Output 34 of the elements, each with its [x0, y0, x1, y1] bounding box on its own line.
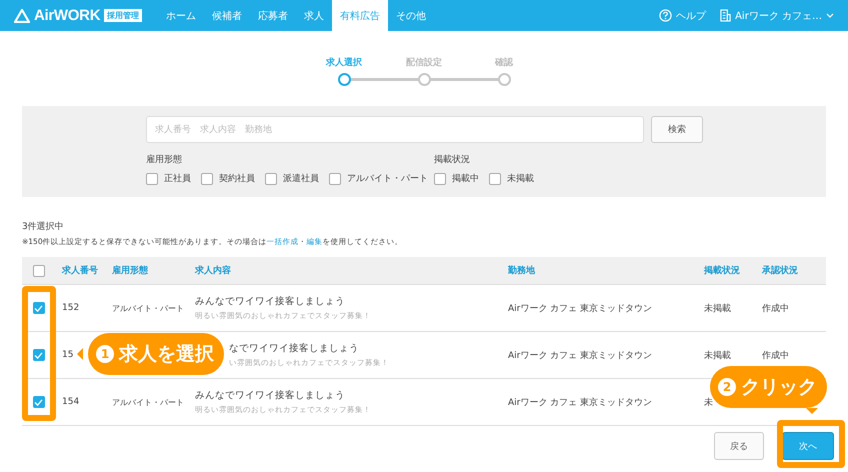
- table-cell: 作成中: [762, 350, 789, 360]
- table-cell: アルバイト・パート: [112, 398, 184, 406]
- checkbox-label: 派遣社員: [283, 172, 319, 185]
- table-cell: Airワーク カフェ 東京ミッドタウン: [508, 350, 652, 360]
- table-cell: 作成中: [762, 304, 789, 314]
- step-label: 配信設定: [406, 56, 442, 69]
- step-label: 確認: [495, 56, 513, 69]
- job-title: みんなでワイワイ接客しましょう: [195, 295, 346, 308]
- job-title: みんなでワイワイ接客しましょう: [195, 389, 346, 402]
- table-cell: Airワーク カフェ 東京ミッドタウン: [508, 398, 652, 408]
- table-cell: 152: [62, 303, 80, 313]
- logo-text: AirWORK: [34, 7, 100, 24]
- checkbox-label: 掲載中: [452, 172, 479, 185]
- table-cell: Airワーク カフェ 東京ミッドタウン: [508, 304, 652, 314]
- table-cell: 未掲載: [704, 304, 731, 314]
- table-cell: 15: [62, 350, 74, 360]
- step-label: 求人選択: [326, 56, 362, 69]
- job-title: なでワイワイ接客しましょう: [229, 342, 360, 355]
- checkbox-label: 契約社員: [219, 172, 255, 185]
- table-cell: 未掲載: [704, 350, 731, 360]
- checkbox-label: アルバイト・パート: [347, 173, 428, 185]
- checkbox-label: 正社員: [164, 172, 191, 185]
- selection-count: 3件選択中: [22, 220, 65, 233]
- table-cell: 未: [704, 398, 713, 408]
- callout-text: クリック: [741, 375, 817, 400]
- filter-label: 雇用形態: [146, 154, 183, 166]
- table-cell: アルバイト・パート: [112, 304, 184, 312]
- step-number-badge: 1: [96, 345, 114, 363]
- step-number-badge: 2: [718, 378, 736, 396]
- callout-text: 求人を選択: [119, 342, 214, 367]
- product-badge: 採用管理: [104, 9, 142, 22]
- table-cell: 154: [62, 397, 80, 407]
- filter-label: 掲載状況: [434, 154, 471, 166]
- checkbox-label: 未掲載: [507, 172, 534, 185]
